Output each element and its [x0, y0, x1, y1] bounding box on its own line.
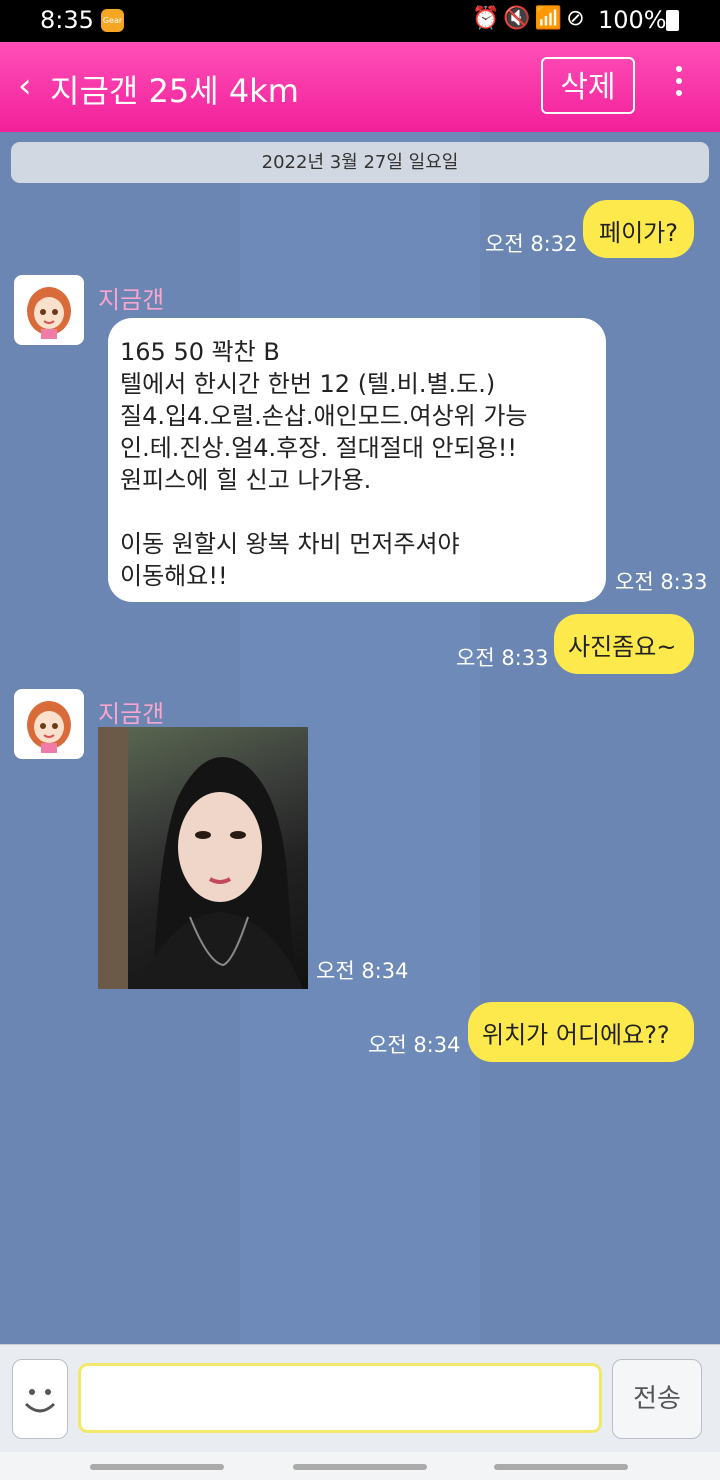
send-button[interactable]: 전송	[612, 1359, 702, 1439]
message-line: 인.테.진상.얼4.후장. 절대절대 안되용!!	[120, 434, 518, 462]
nav-recent-handle[interactable]	[90, 1464, 224, 1470]
battery-percent: 100%	[598, 6, 667, 34]
wifi-icon: 📶	[534, 6, 567, 31]
photo-attachment[interactable]	[98, 727, 308, 989]
back-icon[interactable]: ‹	[18, 66, 32, 106]
emoji-button[interactable]	[12, 1359, 68, 1439]
avatar-girl-icon	[27, 701, 71, 753]
message-composer: 전송	[0, 1344, 720, 1453]
message-line: 165 50 꽉찬 B	[120, 338, 280, 366]
date-divider: 2022년 3월 27일 일요일	[11, 142, 709, 183]
avatar-girl-icon	[27, 287, 71, 339]
smiley-icon	[24, 1389, 56, 1413]
avatar[interactable]	[14, 689, 84, 759]
message-text: 위치가 어디에요??	[482, 1021, 670, 1049]
chat-header: ‹ 지금갠 25세 4km 삭제	[0, 42, 720, 132]
delete-button[interactable]: 삭제	[541, 57, 635, 114]
portrait-photo-icon	[98, 727, 303, 989]
alarm-icon: ⏰	[472, 6, 504, 31]
battery-icon	[666, 10, 679, 31]
message-line: 이동해요!!	[120, 562, 228, 590]
chat-area[interactable]: 2022년 3월 27일 일요일 오전 8:32 페이가? 지금갠 165 50…	[0, 132, 720, 1344]
mute-icon: 🔇	[503, 6, 535, 31]
message-time: 오전 8:32	[485, 232, 578, 256]
avatar[interactable]	[14, 275, 84, 345]
message-line: 이동 원할시 왕복 차비 먼저주셔야	[120, 530, 460, 558]
their-message-bubble[interactable]: 165 50 꽉찬 B 텔에서 한시간 한번 12 (텔.비.별.도.) 질4.…	[108, 318, 606, 602]
message-time: 오전 8:33	[456, 646, 549, 670]
message-line: 텔에서 한시간 한번 12 (텔.비.별.도.)	[120, 370, 496, 398]
nav-home-handle[interactable]	[293, 1464, 427, 1470]
message-time: 오전 8:33	[615, 570, 708, 594]
sender-name: 지금갠	[98, 700, 165, 728]
message-line	[120, 496, 606, 528]
status-time: 8:35	[40, 6, 94, 34]
message-line: 질4.입4.오럴.손삽.애인모드.여상위 가능	[120, 402, 528, 430]
nav-back-handle[interactable]	[494, 1464, 628, 1470]
my-message-bubble[interactable]: 페이가?	[583, 200, 694, 258]
message-text: 페이가?	[599, 219, 678, 247]
status-bar: 8:35 Gear ⏰🔇📶⊘ 100%	[0, 0, 720, 42]
message-text: 사진좀요~	[568, 633, 677, 661]
message-time: 오전 8:34	[316, 959, 409, 983]
dnd-icon: ⊘	[566, 6, 589, 31]
chat-title: 지금갠 25세 4km	[50, 72, 299, 110]
sender-name: 지금갠	[98, 286, 165, 314]
status-icons: ⏰🔇📶⊘	[472, 6, 589, 31]
gear-app-icon: Gear	[101, 9, 124, 32]
message-line: 원피스에 힐 신고 나가용.	[120, 466, 372, 494]
my-message-bubble[interactable]: 위치가 어디에요??	[468, 1002, 694, 1062]
message-input[interactable]	[78, 1363, 602, 1433]
more-options-icon[interactable]	[664, 60, 694, 110]
system-nav-bar	[0, 1452, 720, 1480]
my-message-bubble[interactable]: 사진좀요~	[554, 614, 694, 674]
message-time: 오전 8:34	[368, 1033, 461, 1057]
